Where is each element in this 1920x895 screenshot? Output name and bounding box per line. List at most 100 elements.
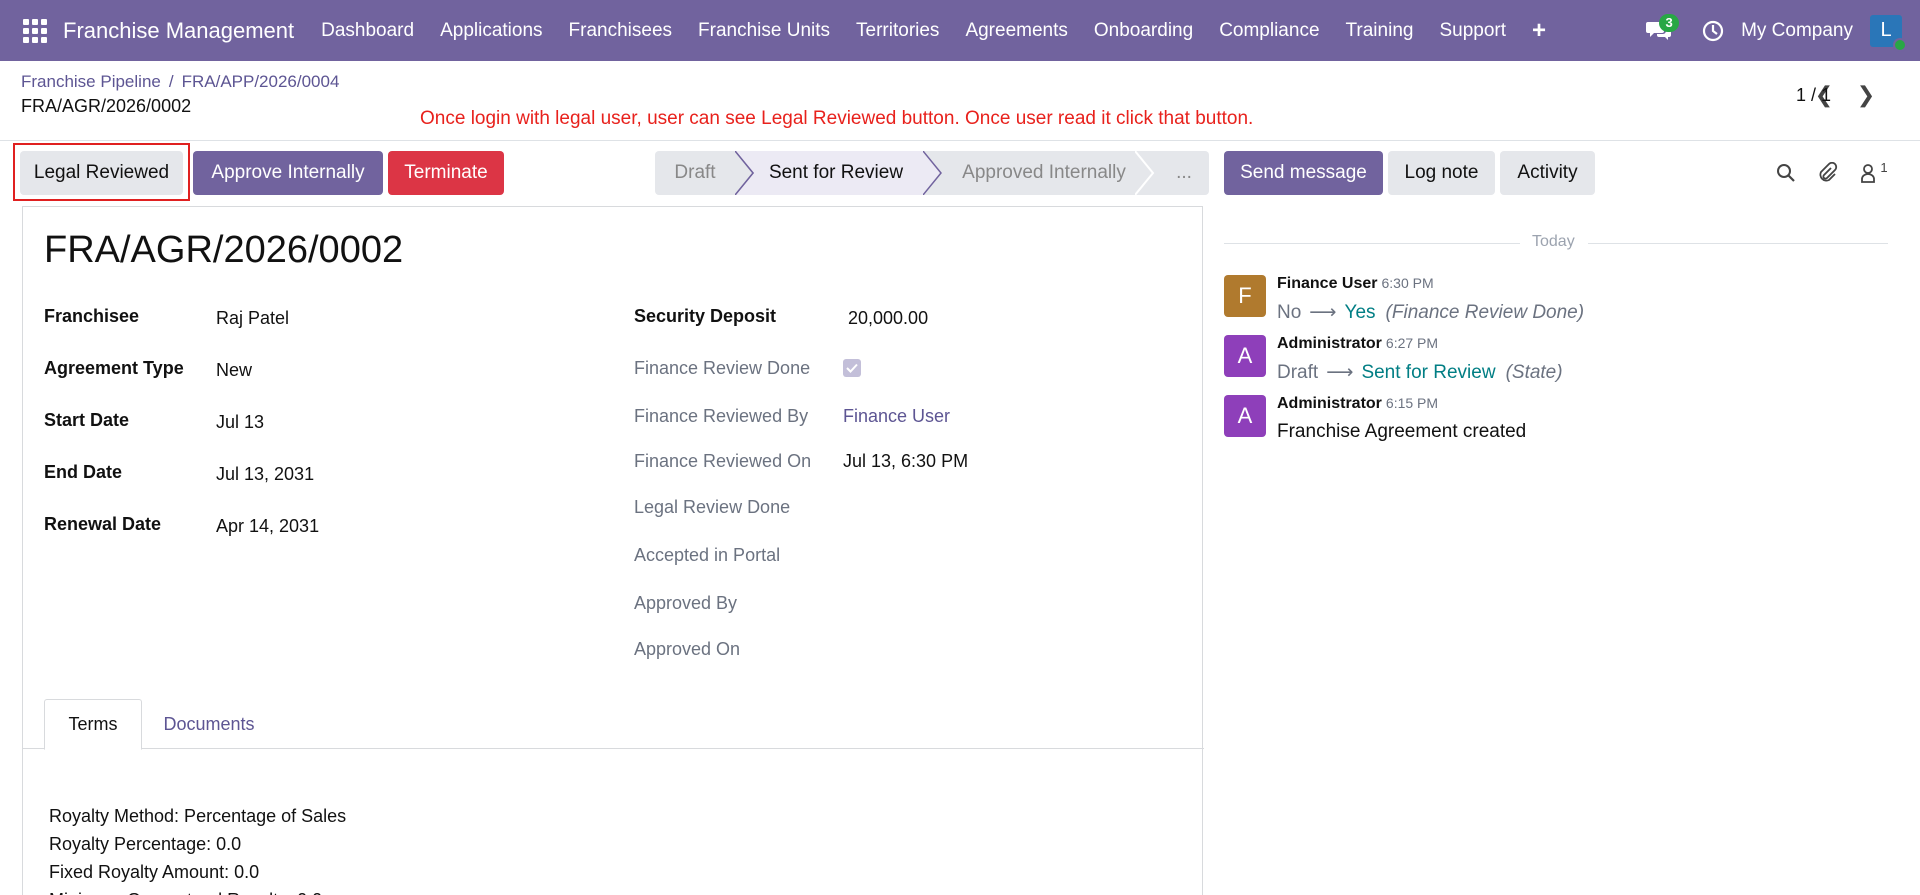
stage-arrow [735, 151, 754, 195]
activity-button[interactable]: Activity [1500, 151, 1595, 195]
pager: 1 / 1 ❮ ❯ [1796, 82, 1880, 108]
tab-terms[interactable]: Terms [44, 699, 142, 750]
menu-compliance[interactable]: Compliance [1206, 20, 1332, 42]
menu-franchisees[interactable]: Franchisees [556, 20, 686, 42]
menu-franchise-units[interactable]: Franchise Units [685, 20, 843, 42]
author-name[interactable]: Administrator [1277, 395, 1382, 412]
messaging-button[interactable]: 3 [1639, 11, 1680, 51]
menu-dashboard[interactable]: Dashboard [308, 20, 427, 42]
message-avatar[interactable]: A [1224, 395, 1266, 437]
message-time: 6:30 PM [1381, 275, 1434, 291]
finance-reviewed-by-value[interactable]: Finance User [843, 406, 950, 427]
author-name[interactable]: Finance User [1277, 275, 1377, 292]
message-avatar[interactable]: A [1224, 335, 1266, 377]
stage-sent-for-review[interactable]: Sent for Review [735, 151, 923, 195]
renewal-date-label: Renewal Date [44, 514, 162, 534]
chevron-right-icon[interactable]: ❯ [1852, 82, 1880, 108]
legal-reviewed-button[interactable]: Legal Reviewed [20, 151, 183, 195]
finance-reviewed-on-label: Finance Reviewed On [634, 451, 812, 471]
activities-clock-icon[interactable] [1693, 11, 1733, 51]
agreement-type-label: Agreement Type [44, 358, 184, 378]
menu-applications[interactable]: Applications [427, 20, 555, 42]
stage-draft[interactable]: Draft [655, 151, 735, 195]
tracked-field: (Finance Review Done) [1385, 302, 1585, 323]
followers-count: 1 [1880, 159, 1888, 175]
franchisee-value[interactable]: Raj Patel [216, 308, 289, 329]
new-value: Yes [1344, 302, 1376, 323]
menu-territories[interactable]: Territories [843, 20, 952, 42]
franchisee-label: Franchisee [44, 306, 140, 326]
followers-icon[interactable]: 1 [1854, 160, 1894, 186]
finance-reviewed-by-label: Finance Reviewed By [634, 406, 809, 426]
tracking-change: Draft ⟶ Sent for Review (State) [1277, 361, 1563, 384]
add-menu-icon[interactable]: + [1519, 17, 1559, 45]
message-author: Administrator 6:15 PM [1277, 395, 1438, 413]
author-name[interactable]: Administrator [1277, 335, 1382, 352]
company-switcher[interactable]: My Company [1741, 20, 1853, 42]
date-separator-line [1588, 243, 1888, 244]
record-title: FRA/AGR/2026/0002 [44, 229, 404, 271]
date-separator-line [1224, 243, 1520, 244]
tab-documents[interactable]: Documents [159, 699, 259, 750]
start-date-value[interactable]: Jul 13 [216, 412, 264, 433]
pager-value[interactable]: 1 / 1 [1796, 85, 1831, 106]
messages-count-badge: 3 [1659, 13, 1680, 32]
notebook-tabs: Terms Documents [23, 693, 1204, 750]
end-date-value[interactable]: Jul 13, 2031 [216, 464, 314, 485]
main-menu: Dashboard Applications Franchisees Franc… [308, 17, 1559, 45]
end-date-label: End Date [44, 462, 123, 482]
avatar-initial: F [1238, 283, 1252, 308]
terms-content: Royalty Method: Percentage of Sales Roya… [49, 802, 346, 895]
security-deposit-label: Security Deposit [634, 306, 777, 326]
breadcrumb-franchise-pipeline[interactable]: Franchise Pipeline [21, 72, 161, 91]
renewal-date-value[interactable]: Apr 14, 2031 [216, 516, 319, 537]
legal-review-done-label: Legal Review Done [634, 497, 791, 517]
control-panel-divider [0, 140, 1920, 141]
stage-approved-internally[interactable]: Approved Internally [923, 151, 1145, 195]
user-avatar[interactable]: L [1870, 14, 1907, 52]
log-note-button[interactable]: Log note [1388, 151, 1495, 195]
approved-by-label: Approved By [634, 593, 738, 613]
breadcrumb-application[interactable]: FRA/APP/2026/0004 [182, 72, 340, 91]
tracking-change: No ⟶ Yes (Finance Review Done) [1277, 301, 1584, 324]
apps-menu-icon[interactable] [0, 0, 70, 61]
message-avatar[interactable]: F [1224, 275, 1266, 317]
date-separator: Today [1532, 233, 1575, 250]
message-time: 6:15 PM [1385, 395, 1439, 411]
breadcrumb: Franchise Pipeline / FRA/APP/2026/0004 [21, 72, 339, 92]
user-initial: L [1880, 19, 1892, 41]
arrow-right-icon: ⟶ [1326, 362, 1354, 383]
stage-arrow [1135, 151, 1155, 195]
menu-support[interactable]: Support [1426, 20, 1519, 42]
menu-onboarding[interactable]: Onboarding [1081, 20, 1206, 42]
instruction-annotation: Once login with legal user, user can see… [420, 108, 1254, 129]
agreement-type-value[interactable]: New [216, 360, 252, 381]
paperclip-icon[interactable] [1814, 160, 1840, 186]
old-value: Draft [1277, 362, 1319, 383]
breadcrumb-current: FRA/AGR/2026/0002 [21, 96, 192, 116]
message-author: Finance User 6:30 PM [1277, 275, 1434, 293]
app-brand[interactable]: Franchise Management [63, 18, 294, 44]
online-status-dot [1893, 37, 1907, 52]
search-icon[interactable] [1773, 160, 1799, 186]
breadcrumb-separator: / [168, 72, 174, 91]
menu-training[interactable]: Training [1333, 20, 1427, 42]
approved-on-label: Approved On [634, 639, 741, 659]
terms-line: Fixed Royalty Amount: 0.0 [49, 862, 260, 882]
send-message-button[interactable]: Send message [1224, 151, 1383, 195]
start-date-label: Start Date [44, 410, 130, 430]
arrow-right-icon: ⟶ [1309, 302, 1337, 323]
approve-internally-button[interactable]: Approve Internally [193, 151, 383, 195]
menu-agreements[interactable]: Agreements [952, 20, 1080, 42]
security-deposit-value[interactable]: 20,000.00 [848, 308, 928, 329]
finance-reviewed-on-value[interactable]: Jul 13, 6:30 PM [843, 451, 968, 472]
terminate-button[interactable]: Terminate [388, 151, 504, 195]
finance-review-done-checkbox[interactable] [843, 359, 861, 377]
message-author: Administrator 6:27 PM [1277, 335, 1438, 353]
message-body: Franchise Agreement created [1277, 421, 1527, 442]
accepted-in-portal-label: Accepted in Portal [634, 545, 781, 565]
message-time: 6:27 PM [1385, 335, 1439, 351]
checkmark-icon [846, 363, 858, 373]
top-navbar: Franchise Management Dashboard Applicati… [0, 0, 1920, 61]
old-value: No [1277, 302, 1302, 323]
